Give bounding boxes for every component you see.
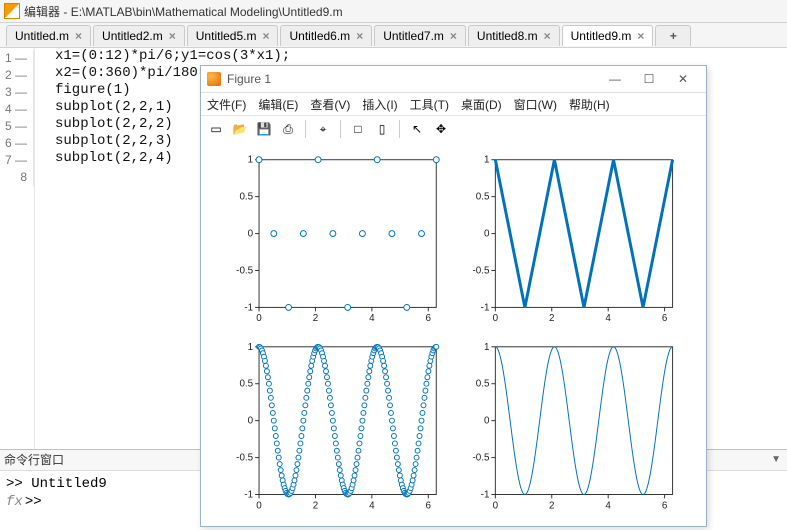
svg-text:1: 1 xyxy=(248,155,253,166)
menu-item[interactable]: 插入(I) xyxy=(362,96,397,113)
svg-text:-1: -1 xyxy=(481,302,490,313)
svg-text:-0.5: -0.5 xyxy=(236,453,253,464)
menu-item[interactable]: 编辑(E) xyxy=(258,96,298,113)
new-doc-icon[interactable]: ▭ xyxy=(205,118,227,140)
print-icon[interactable]: ⎙ xyxy=(277,118,299,140)
code-line[interactable]: x1=(0:12)*pi/6;y1=cos(3*x1); xyxy=(35,48,787,65)
menu-item[interactable]: 工具(T) xyxy=(410,96,449,113)
menu-item[interactable]: 窗口(W) xyxy=(514,96,557,113)
editor-app-icon xyxy=(4,3,20,19)
svg-text:1: 1 xyxy=(484,155,489,166)
close-icon[interactable]: × xyxy=(169,29,176,43)
svg-text:-1: -1 xyxy=(481,489,490,500)
svg-text:-1: -1 xyxy=(244,489,253,500)
figure-window[interactable]: Figure 1 — ☐ ✕ 文件(F) 编辑(E) 查看(V) 插入(I) 工具(T)… xyxy=(200,65,707,527)
svg-text:0: 0 xyxy=(256,313,262,324)
close-icon[interactable]: × xyxy=(262,29,269,43)
rotate-icon[interactable]: □ xyxy=(347,118,369,140)
menu-item[interactable]: 查看(V) xyxy=(310,96,350,113)
pointer-icon[interactable]: ↖ xyxy=(406,118,428,140)
colorbar-icon[interactable]: ▯ xyxy=(371,118,393,140)
figure-titlebar[interactable]: Figure 1 — ☐ ✕ xyxy=(201,66,706,93)
svg-text:0: 0 xyxy=(256,500,262,511)
figure-title: Figure 1 xyxy=(227,72,271,86)
svg-text:4: 4 xyxy=(605,500,611,511)
menu-item[interactable]: 文件(F) xyxy=(207,96,246,113)
svg-text:0: 0 xyxy=(484,416,490,427)
figure-plot-area: 0 2 4 6 -1 -0.5 0 0.5 1 0 2 4 6 -1 -0.5 0 0.5 1 0 2 4 6 -1 -0.5… xyxy=(201,142,706,526)
svg-text:4: 4 xyxy=(605,313,611,324)
tab-Untitled9-m[interactable]: Untitled9.m× xyxy=(562,25,654,46)
svg-text:-0.5: -0.5 xyxy=(473,265,490,276)
close-icon[interactable]: × xyxy=(544,29,551,43)
tab-Untitled8-m[interactable]: Untitled8.m× xyxy=(468,25,560,46)
svg-text:2: 2 xyxy=(313,313,318,324)
svg-text:0: 0 xyxy=(248,229,254,240)
svg-text:0: 0 xyxy=(493,500,499,511)
svg-text:-0.5: -0.5 xyxy=(236,265,253,276)
svg-text:0.5: 0.5 xyxy=(239,192,253,203)
svg-text:6: 6 xyxy=(662,313,668,324)
svg-text:0: 0 xyxy=(484,229,490,240)
close-icon[interactable]: × xyxy=(356,29,363,43)
close-icon[interactable]: × xyxy=(450,29,457,43)
tab-Untitled2-m[interactable]: Untitled2.m× xyxy=(93,25,185,46)
menu-item[interactable]: 帮助(H) xyxy=(569,96,610,113)
svg-text:1: 1 xyxy=(248,342,253,353)
editor-title: 编辑器 - E:\MATLAB\bin\Mathematical Modelin… xyxy=(24,3,343,20)
chevron-down-icon[interactable]: ▼ xyxy=(771,450,781,470)
figure-menubar[interactable]: 文件(F) 编辑(E) 查看(V) 插入(I) 工具(T) 桌面(D) 窗口(W) 帮助(H) xyxy=(201,93,706,116)
line-number-gutter: 1 —2 —3 —4 —5 —6 —7 —8 xyxy=(0,48,35,449)
svg-text:6: 6 xyxy=(426,313,432,324)
svg-text:0.5: 0.5 xyxy=(239,379,253,390)
svg-text:6: 6 xyxy=(662,500,668,511)
figure-toolbar[interactable]: ▭📂💾⎙ ⌖ □▯ ↖✥ xyxy=(201,116,706,143)
open-icon[interactable]: 📂 xyxy=(229,118,251,140)
svg-text:2: 2 xyxy=(313,500,318,511)
svg-text:6: 6 xyxy=(426,500,432,511)
add-tab-button[interactable]: + xyxy=(655,25,691,46)
svg-text:0.5: 0.5 xyxy=(476,192,490,203)
data-cursor-icon[interactable]: ⌖ xyxy=(312,118,334,140)
close-icon[interactable]: × xyxy=(75,29,82,43)
svg-text:0.5: 0.5 xyxy=(476,379,490,390)
fx-icon: fx xyxy=(6,494,23,510)
matlab-logo-icon xyxy=(207,72,221,86)
editor-tabbar: Untitled.m×Untitled2.m×Untitled5.m×Untit… xyxy=(0,23,787,48)
pan-icon[interactable]: ✥ xyxy=(430,118,452,140)
close-button[interactable]: ✕ xyxy=(666,69,700,89)
svg-text:1: 1 xyxy=(484,342,489,353)
svg-text:4: 4 xyxy=(369,500,375,511)
svg-text:4: 4 xyxy=(369,313,375,324)
save-icon[interactable]: 💾 xyxy=(253,118,275,140)
close-icon[interactable]: × xyxy=(637,29,644,43)
svg-text:0: 0 xyxy=(248,416,254,427)
svg-text:2: 2 xyxy=(549,313,554,324)
tab-Untitled6-m[interactable]: Untitled6.m× xyxy=(280,25,372,46)
minimize-button[interactable]: — xyxy=(598,69,632,89)
svg-text:2: 2 xyxy=(549,500,554,511)
svg-text:0: 0 xyxy=(493,313,499,324)
tab-Untitled-m[interactable]: Untitled.m× xyxy=(6,25,91,46)
tab-Untitled7-m[interactable]: Untitled7.m× xyxy=(374,25,466,46)
tab-Untitled5-m[interactable]: Untitled5.m× xyxy=(187,25,279,46)
menu-item[interactable]: 桌面(D) xyxy=(461,96,502,113)
maximize-button[interactable]: ☐ xyxy=(632,69,666,89)
svg-text:-1: -1 xyxy=(244,302,253,313)
editor-titlebar: 编辑器 - E:\MATLAB\bin\Mathematical Modelin… xyxy=(0,0,787,23)
svg-text:-0.5: -0.5 xyxy=(473,453,490,464)
